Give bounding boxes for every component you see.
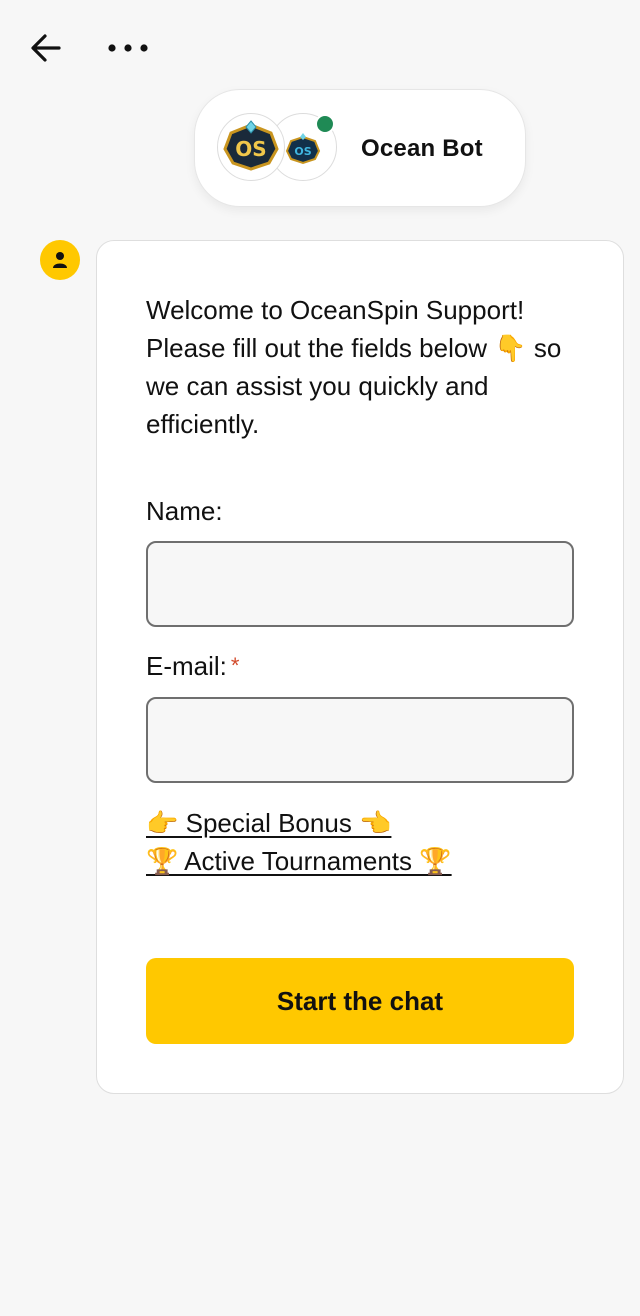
welcome-form-card: Welcome to OceanSpin Support! Please fil… — [96, 240, 624, 1094]
user-avatar — [40, 240, 80, 280]
name-label: Name: — [146, 496, 223, 526]
back-button[interactable] — [28, 30, 64, 66]
start-chat-button[interactable]: Start the chat — [146, 958, 574, 1044]
email-input[interactable] — [146, 697, 574, 783]
more-horizontal-icon — [108, 44, 148, 52]
oceanspin-logo-icon: OS — [223, 120, 279, 171]
arrow-left-icon — [31, 34, 61, 62]
bot-name: Ocean Bot — [361, 135, 483, 162]
more-options-button[interactable] — [104, 30, 152, 66]
logo-text-1: OS — [235, 137, 266, 161]
online-status-indicator — [315, 114, 335, 134]
email-label: E-mail: * — [146, 651, 239, 681]
required-indicator: * — [230, 653, 240, 678]
user-icon — [53, 252, 67, 268]
name-input[interactable] — [146, 541, 574, 627]
logo-text-2: OS — [294, 145, 311, 158]
active-tournaments-link[interactable]: 🏆 Active Tournaments 🏆 — [146, 843, 452, 879]
bot-header: OS OS Ocean Bot — [194, 89, 526, 207]
name-label-text: Name: — [146, 496, 223, 526]
special-bonus-link[interactable]: 👉 Special Bonus 👈 — [146, 805, 391, 841]
bot-avatar-primary: OS — [217, 113, 285, 181]
welcome-message: Welcome to OceanSpin Support! Please fil… — [146, 295, 562, 439]
email-label-text: E-mail: — [146, 651, 227, 681]
